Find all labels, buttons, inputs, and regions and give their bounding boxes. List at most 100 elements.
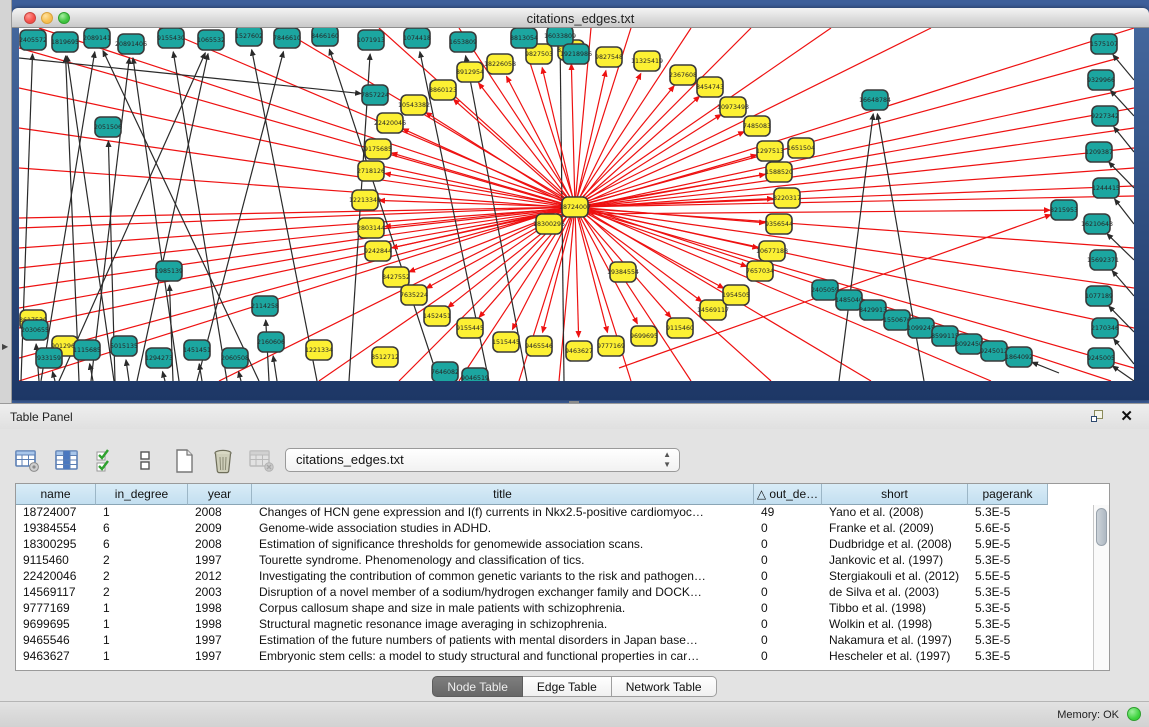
citation-network-graph[interactable]: 8220317158852012975137485083109734938454… xyxy=(19,28,1134,381)
graph-node[interactable]: 1297513 xyxy=(756,141,784,161)
column-header-short[interactable]: short xyxy=(822,484,968,505)
graph-node[interactable]: 1451451 xyxy=(183,340,211,360)
graph-node[interactable]: 1209387 xyxy=(1085,142,1113,162)
graph-node[interactable]: 1244415 xyxy=(1092,178,1120,198)
graph-node[interactable]: 8454743 xyxy=(696,77,724,97)
graph-node[interactable]: 1575107 xyxy=(1090,34,1118,54)
vertical-scrollbar[interactable] xyxy=(1093,505,1109,670)
table-row[interactable]: 1456911722003Disruption of a novel membe… xyxy=(16,585,1093,601)
graph-node[interactable]: 9242844 xyxy=(364,241,392,261)
graph-node[interactable]: 9155430 xyxy=(157,28,185,48)
red-edge[interactable] xyxy=(571,64,575,207)
graph-node[interactable]: 8512712 xyxy=(371,347,399,367)
graph-node[interactable]: 1588520 xyxy=(765,162,793,182)
graph-node[interactable]: 9356544 xyxy=(765,214,793,234)
black-edge[interactable] xyxy=(877,114,924,381)
graph-node[interactable]: 19218986 xyxy=(560,44,592,64)
black-edge[interactable] xyxy=(163,372,165,381)
delete-columns-icon[interactable] xyxy=(209,447,237,475)
column-header-in_degree[interactable]: in_degree xyxy=(96,484,188,505)
graph-node[interactable]: 10973493 xyxy=(717,97,749,117)
black-edge[interactable] xyxy=(53,372,55,381)
graph-node[interactable]: 9329966 xyxy=(1087,70,1115,90)
graph-node[interactable]: 933159 xyxy=(36,348,62,368)
graph-node[interactable]: 18226058 xyxy=(484,54,516,74)
black-edge[interactable] xyxy=(1115,199,1134,224)
black-edge[interactable] xyxy=(126,360,129,381)
graph-node[interactable]: 10677188 xyxy=(756,241,788,261)
table-mode-icon[interactable] xyxy=(131,447,159,475)
graph-node[interactable]: 2803144 xyxy=(357,218,385,238)
graph-node[interactable]: 9463627 xyxy=(565,341,593,361)
black-edge[interactable] xyxy=(67,56,114,381)
graph-node[interactable]: 8466160 xyxy=(311,28,339,46)
black-edge[interactable] xyxy=(1112,271,1134,296)
graph-node[interactable]: 9777169 xyxy=(597,336,625,356)
graph-node[interactable]: 2114258 xyxy=(251,296,279,316)
graph-node[interactable]: 1819695 xyxy=(51,32,79,52)
graph-node[interactable]: 1065532 xyxy=(197,30,225,50)
tab-network-table[interactable]: Network Table xyxy=(612,676,717,697)
graph-node[interactable]: 9827548 xyxy=(595,47,623,67)
black-edge[interactable] xyxy=(273,356,277,381)
table-settings-icon[interactable] xyxy=(14,447,42,475)
graph-node[interactable]: 7646082 xyxy=(431,362,459,381)
graph-node[interactable]: 1515445 xyxy=(492,332,520,352)
column-header-title[interactable]: title xyxy=(252,484,754,505)
network-canvas[interactable]: 8220317158852012975137485083109734938454… xyxy=(19,28,1134,381)
table-selector-dropdown[interactable]: citations_edges.txt ▲▼ xyxy=(285,448,680,472)
graph-node[interactable]: 19384554 xyxy=(607,262,639,282)
graph-node[interactable]: 9465546 xyxy=(525,336,553,356)
tab-node-table[interactable]: Node Table xyxy=(432,676,523,697)
graph-node[interactable]: 1527602 xyxy=(235,28,263,46)
select-all-icon[interactable] xyxy=(92,447,120,475)
graph-node[interactable]: 1651504 xyxy=(787,138,815,158)
table-row[interactable]: 946554611997Estimation of the future num… xyxy=(16,633,1093,649)
graph-node[interactable]: 8427552 xyxy=(382,267,410,287)
graph-node[interactable]: 9245012 xyxy=(980,341,1008,361)
column-header-name[interactable]: name xyxy=(16,484,96,505)
black-edge[interactable] xyxy=(1114,339,1134,364)
graph-node[interactable]: 8813054 xyxy=(510,28,538,48)
column-header-out_de[interactable]: △ out_de… xyxy=(754,484,822,505)
graph-node[interactable]: 7635224 xyxy=(400,285,428,305)
column-header-pagerank[interactable]: pagerank xyxy=(968,484,1048,505)
graph-node[interactable]: 9175685 xyxy=(364,139,392,159)
red-edge[interactable] xyxy=(426,112,575,207)
red-edge[interactable] xyxy=(575,207,765,223)
graph-node[interactable]: 1985139 xyxy=(155,261,183,281)
graph-node[interactable]: 2030655 xyxy=(21,320,49,340)
table-row[interactable]: 1830029562008Estimation of significance … xyxy=(16,537,1093,553)
graph-node[interactable]: 2718126 xyxy=(357,161,385,181)
graph-node[interactable]: 1071913 xyxy=(357,30,385,50)
graph-node[interactable]: 20891406 xyxy=(115,34,147,54)
graph-node[interactable]: 7857224 xyxy=(361,85,389,105)
graph-node[interactable]: 9227342 xyxy=(1091,106,1119,126)
float-panel-icon[interactable] xyxy=(1091,410,1105,424)
graph-node[interactable]: 2051506 xyxy=(94,117,122,137)
table-row[interactable]: 969969511998Structural magnetic resonanc… xyxy=(16,617,1093,633)
create-column-icon[interactable] xyxy=(170,447,198,475)
graph-node[interactable]: 8860123 xyxy=(429,80,457,100)
black-edge[interactable] xyxy=(839,114,873,381)
table-row[interactable]: 1872400712008Changes of HCN gene express… xyxy=(16,505,1093,521)
graph-node[interactable]: 2405572 xyxy=(19,30,47,50)
graph-node[interactable]: 9155445 xyxy=(456,318,484,338)
graph-node[interactable]: 2160606 xyxy=(257,332,285,352)
black-edge[interactable] xyxy=(252,50,317,381)
graph-node[interactable]: 12213349 xyxy=(349,190,381,210)
table-row[interactable]: 911546021997Tourette syndrome. Phenomeno… xyxy=(16,553,1093,569)
graph-node[interactable]: 18300295 xyxy=(533,214,565,234)
tab-edge-table[interactable]: Edge Table xyxy=(523,676,612,697)
graph-node[interactable]: 1221334 xyxy=(305,340,333,360)
black-edge[interactable] xyxy=(239,372,241,381)
graph-node[interactable]: 16210643 xyxy=(1081,214,1113,234)
splitter-collapse-arrow[interactable]: ▶ xyxy=(2,342,8,351)
memory-status-indicator[interactable] xyxy=(1127,707,1141,721)
graph-node[interactable]: 9115460 xyxy=(666,318,694,338)
graph-node[interactable]: 1115685 xyxy=(73,340,101,360)
graph-node[interactable]: 2367608 xyxy=(669,65,697,85)
graph-node[interactable]: 1954505 xyxy=(722,285,750,305)
red-edge[interactable] xyxy=(575,207,579,337)
graph-node[interactable]: 11325419 xyxy=(631,51,663,71)
